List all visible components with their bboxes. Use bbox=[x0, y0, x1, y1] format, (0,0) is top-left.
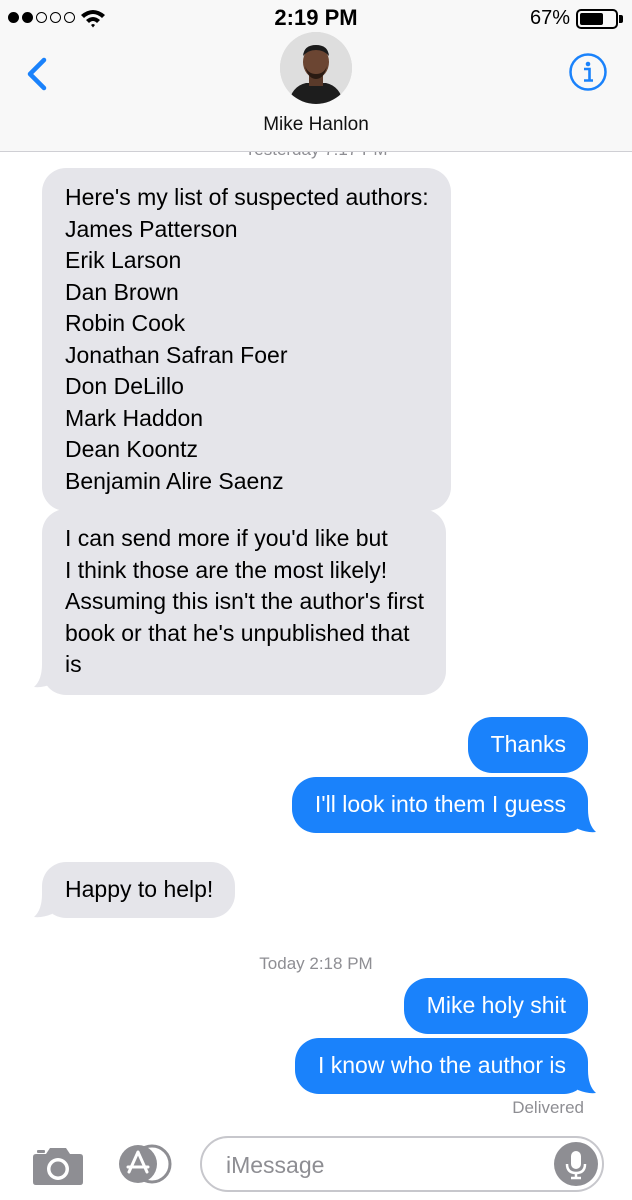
battery-nub bbox=[619, 15, 623, 23]
status-bar: 2:19 PM 67% bbox=[0, 0, 632, 36]
camera-button[interactable] bbox=[32, 1144, 84, 1186]
bubble-tail bbox=[578, 809, 596, 833]
message-input-bar bbox=[0, 1122, 632, 1200]
info-icon bbox=[569, 53, 607, 91]
message-field[interactable] bbox=[200, 1136, 604, 1192]
app-store-button[interactable] bbox=[114, 1144, 174, 1184]
battery-icon bbox=[576, 9, 618, 29]
back-button[interactable] bbox=[20, 52, 56, 96]
timestamp-yesterday: Yesterday 7:17 PM bbox=[0, 152, 632, 160]
message-line: Assuming this isn't the author's first bbox=[65, 588, 425, 614]
message-thread[interactable]: Yesterday 7:17 PM Here's my list of susp… bbox=[0, 152, 632, 1122]
contact-avatar[interactable] bbox=[280, 32, 352, 104]
app-store-icon bbox=[119, 1144, 172, 1184]
message-line: Erik Larson bbox=[65, 247, 182, 273]
message-line: Robin Cook bbox=[65, 310, 186, 336]
incoming-message-bubble[interactable]: Happy to help! bbox=[42, 862, 236, 918]
camera-icon bbox=[33, 1148, 83, 1185]
message-line: Here's my list of suspected authors: bbox=[65, 184, 429, 210]
info-button[interactable] bbox=[568, 52, 608, 92]
outgoing-message-bubble[interactable]: Mike holy shit bbox=[403, 978, 588, 1034]
message-line: Benjamin Alire Saenz bbox=[65, 467, 284, 494]
bubble-tail bbox=[578, 1070, 596, 1094]
timestamp-today: Today 2:18 PM bbox=[259, 954, 373, 973]
message-line: I think those are the most likely! bbox=[65, 556, 388, 583]
incoming-message-bubble[interactable]: Here's my list of suspected authors: Jam… bbox=[42, 168, 451, 511]
message-line: Thanks bbox=[490, 731, 566, 757]
message-line: book or that he's unpublished that bbox=[65, 619, 410, 646]
message-line: Mike holy shit bbox=[426, 992, 566, 1018]
message-line: Mark Haddon bbox=[65, 404, 204, 431]
message-line: Dan Brown bbox=[65, 278, 179, 305]
message-line: Dean Koontz bbox=[65, 436, 198, 462]
microphone-icon bbox=[565, 1151, 587, 1180]
message-line: I can send more if you'd like but bbox=[65, 525, 388, 551]
message-line: James Patterson bbox=[65, 215, 238, 242]
message-line: Jonathan Safran Foer bbox=[65, 341, 288, 368]
battery-percentage: 67% bbox=[529, 7, 570, 29]
incoming-message-bubble[interactable]: I can send more if you'd like but I thin… bbox=[42, 509, 447, 695]
message-input[interactable] bbox=[226, 1148, 546, 1182]
message-line: is bbox=[65, 651, 82, 677]
bubble-tail bbox=[34, 894, 52, 918]
avatar-photo bbox=[280, 32, 352, 104]
messages-screen: Yesterday 7:17 PM Here's my list of susp… bbox=[0, 0, 632, 1200]
message-line: I'll look into them I guess bbox=[314, 791, 566, 817]
contact-name[interactable]: Mike Hanlon bbox=[0, 114, 632, 136]
message-line: I know who the author is bbox=[317, 1052, 566, 1078]
bubble-tail bbox=[34, 664, 52, 688]
outgoing-message-bubble[interactable]: I'll look into them I guess bbox=[291, 777, 588, 833]
message-line: Don DeLillo bbox=[65, 373, 184, 399]
delivery-status: Delivered bbox=[512, 1098, 584, 1117]
chevron-left-icon bbox=[27, 57, 47, 91]
message-line: Happy to help! bbox=[65, 876, 214, 902]
outgoing-message-bubble[interactable]: Thanks bbox=[467, 717, 588, 773]
battery-level-fill bbox=[580, 13, 603, 25]
outgoing-message-bubble[interactable]: I know who the author is bbox=[294, 1038, 588, 1094]
microphone-button[interactable] bbox=[554, 1142, 598, 1186]
